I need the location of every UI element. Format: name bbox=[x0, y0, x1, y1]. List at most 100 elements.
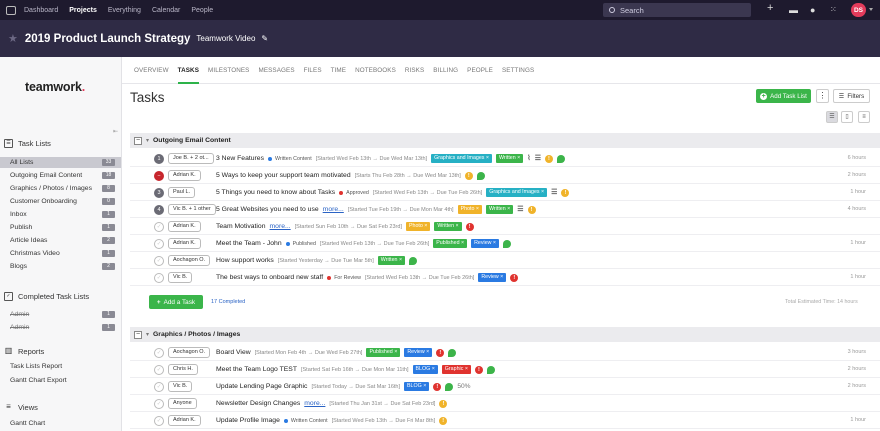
tab-billing[interactable]: BILLING bbox=[433, 57, 458, 84]
task-complete-checkbox[interactable]: ✓ bbox=[154, 222, 164, 232]
task-name[interactable]: The best ways to onboard new staff bbox=[216, 274, 323, 281]
task-complete-checkbox[interactable]: 1 bbox=[154, 154, 164, 164]
task-complete-checkbox[interactable]: ✓ bbox=[154, 256, 164, 266]
completed-tasks-link[interactable]: 17 Completed bbox=[211, 299, 245, 305]
add-task-list-button[interactable]: + Add Task List bbox=[756, 89, 811, 103]
task-tag[interactable]: Review × bbox=[478, 273, 507, 282]
comment-icon[interactable] bbox=[556, 154, 565, 163]
task-name[interactable]: Meet the Team Logo TEST bbox=[216, 366, 297, 373]
add-task-button[interactable]: + Add a Task bbox=[149, 295, 203, 309]
tab-messages[interactable]: MESSAGES bbox=[258, 57, 294, 84]
sidebar-item-tasklist[interactable]: Graphics / Photos / Images 8 bbox=[0, 183, 121, 194]
assignee-badge[interactable]: Joe B. + 2 ot... bbox=[168, 153, 214, 164]
task-name[interactable]: Newsletter Design Changes bbox=[216, 400, 300, 407]
assignee-badge[interactable]: Adrian K. bbox=[168, 415, 201, 426]
status-label[interactable]: Approved bbox=[339, 190, 369, 196]
task-dates[interactable]: [Starts Thu Feb 28th → Due Wed Mar 13th] bbox=[355, 173, 461, 179]
user-avatar[interactable]: DS bbox=[851, 3, 866, 17]
more-link[interactable]: more... bbox=[304, 400, 325, 407]
task-name[interactable]: 5 Ways to keep your support team motivat… bbox=[216, 172, 351, 179]
task-name[interactable]: 5 Things you need to know about Tasks bbox=[216, 189, 335, 196]
task-list-name[interactable]: Graphics / Photos / Images bbox=[153, 331, 240, 338]
tab-files[interactable]: FILES bbox=[304, 57, 322, 84]
status-label[interactable]: Written Content bbox=[267, 156, 312, 162]
task-tag[interactable]: Review × bbox=[404, 348, 433, 357]
task-dates[interactable]: [Started Mon Feb 4th → Due Wed Feb 27th] bbox=[255, 350, 363, 356]
task-complete-checkbox[interactable]: ✓ bbox=[154, 416, 164, 426]
sidebar-item-tasklist[interactable]: All Lists 33 bbox=[0, 157, 121, 168]
task-row[interactable]: 4 Vic B. + 1 other 5 Great Websites you ne… bbox=[130, 201, 880, 218]
assignee-badge[interactable]: Chris H. bbox=[168, 364, 198, 375]
sort-icon[interactable]: ≡ bbox=[858, 111, 870, 123]
folder-icon[interactable]: ▬ bbox=[789, 5, 798, 15]
task-tag[interactable]: Photo × bbox=[405, 222, 431, 231]
task-tag[interactable]: Photo × bbox=[457, 205, 483, 214]
task-dates[interactable]: [Started Sun Feb 10th → Due Sat Feb 23rd… bbox=[295, 224, 402, 230]
task-row[interactable]: ✓ Vic B. The best ways to onboard new staf… bbox=[130, 269, 880, 286]
plus-icon[interactable]: + bbox=[767, 3, 773, 14]
warning-icon[interactable]: ! bbox=[544, 154, 553, 163]
task-name[interactable]: Team Motivation bbox=[216, 223, 266, 230]
task-name[interactable]: How support works bbox=[216, 257, 274, 264]
comment-icon[interactable] bbox=[409, 256, 418, 265]
task-complete-checkbox[interactable]: ✓ bbox=[154, 273, 164, 283]
assignee-badge[interactable]: Vic B. bbox=[168, 381, 193, 392]
tab-settings[interactable]: SETTINGS bbox=[502, 57, 534, 84]
task-row[interactable]: ✓ Anyone Newsletter Design Changes more... [… bbox=[130, 395, 880, 412]
more-link[interactable]: more... bbox=[270, 223, 291, 230]
priority-high-icon[interactable]: ! bbox=[465, 222, 474, 231]
search-input[interactable]: Search bbox=[603, 3, 751, 17]
task-row[interactable]: ✓ Aochagon O. How support works [Started Ye… bbox=[130, 252, 880, 269]
task-complete-checkbox[interactable]: ✓ bbox=[154, 365, 164, 375]
sidebar-item-completed[interactable]: Admin 1 bbox=[0, 322, 121, 333]
apps-grid-icon[interactable]: ⁙ bbox=[830, 5, 837, 15]
assignee-badge[interactable]: Adrian K. bbox=[168, 170, 201, 181]
teamwork-logo[interactable]: teamwork. bbox=[25, 80, 85, 94]
task-dates[interactable]: [Started Wed Feb 13th → Due Tue Feb 26th… bbox=[320, 241, 429, 247]
report-task-lists[interactable]: Task Lists Report bbox=[0, 361, 121, 372]
assignee-badge[interactable]: Aochagon O. bbox=[168, 255, 211, 266]
sidebar-item-completed[interactable]: Admin 1 bbox=[0, 309, 121, 320]
chevron-down-icon[interactable] bbox=[869, 8, 873, 11]
status-label[interactable]: Published bbox=[285, 241, 316, 247]
task-dates[interactable]: [Started Wed Feb 13th → Due Tue Feb 26th… bbox=[365, 275, 474, 281]
task-complete-checkbox[interactable]: ✓ bbox=[154, 382, 164, 392]
subtasks-icon[interactable]: ☰ bbox=[517, 206, 523, 214]
report-gantt-export[interactable]: Gantt Chart Export bbox=[0, 375, 121, 386]
task-dates[interactable]: [Started Tue Feb 19th → Due Mon Mar 4th] bbox=[348, 207, 454, 213]
more-options-button[interactable]: ⋮ bbox=[816, 89, 829, 103]
nav-everything[interactable]: Everything bbox=[108, 7, 141, 14]
sidebar-item-tasklist[interactable]: Outgoing Email Content 18 bbox=[0, 170, 121, 181]
comment-icon[interactable] bbox=[476, 171, 485, 180]
subtasks-icon[interactable]: ☰ bbox=[535, 155, 541, 163]
app-switcher-icon[interactable] bbox=[6, 5, 16, 15]
assignee-badge[interactable]: Adrian K. bbox=[168, 221, 201, 232]
task-row[interactable]: ✓ Adrian K. Update Profile Image Written Co… bbox=[130, 412, 880, 429]
task-list-header[interactable]: − ▾ Graphics / Photos / Images bbox=[130, 327, 880, 342]
task-complete-checkbox[interactable]: ✓ bbox=[154, 399, 164, 409]
task-tag[interactable]: BLOG × bbox=[412, 365, 438, 374]
subtasks-icon[interactable]: ☰ bbox=[551, 189, 557, 197]
task-tag[interactable]: Graphics and Images × bbox=[486, 188, 548, 197]
assignee-badge[interactable]: Vic B. bbox=[168, 272, 193, 283]
nav-people[interactable]: People bbox=[191, 7, 213, 14]
task-name[interactable]: Board View bbox=[216, 349, 251, 356]
task-tag[interactable]: Graphic × bbox=[441, 365, 471, 374]
task-row[interactable]: ✓ Adrian K. Meet the Team - John Published [… bbox=[130, 235, 880, 252]
task-complete-checkbox[interactable]: 3 bbox=[154, 188, 164, 198]
collapse-toggle-icon[interactable]: − bbox=[134, 330, 142, 339]
task-tag[interactable]: Review × bbox=[471, 239, 500, 248]
tab-people[interactable]: PEOPLE bbox=[467, 57, 493, 84]
status-label[interactable]: Written Content bbox=[283, 418, 328, 424]
comment-icon[interactable] bbox=[503, 239, 512, 248]
warning-icon[interactable]: ! bbox=[527, 205, 536, 214]
warning-icon[interactable]: ! bbox=[464, 171, 473, 180]
comment-icon[interactable] bbox=[486, 365, 495, 374]
task-dates[interactable]: [Started Today → Due Sat Mar 16th] bbox=[311, 384, 400, 390]
sidebar-item-tasklist[interactable]: Christmas Video 1 bbox=[0, 248, 121, 259]
sidebar-item-tasklist[interactable]: Inbox 1 bbox=[0, 209, 121, 220]
star-icon[interactable]: ★ bbox=[8, 32, 18, 45]
task-tag[interactable]: Published × bbox=[433, 239, 468, 248]
task-row[interactable]: − Adrian K. 5 Ways to keep your support te… bbox=[130, 167, 880, 184]
task-complete-checkbox[interactable]: 4 bbox=[154, 205, 164, 215]
